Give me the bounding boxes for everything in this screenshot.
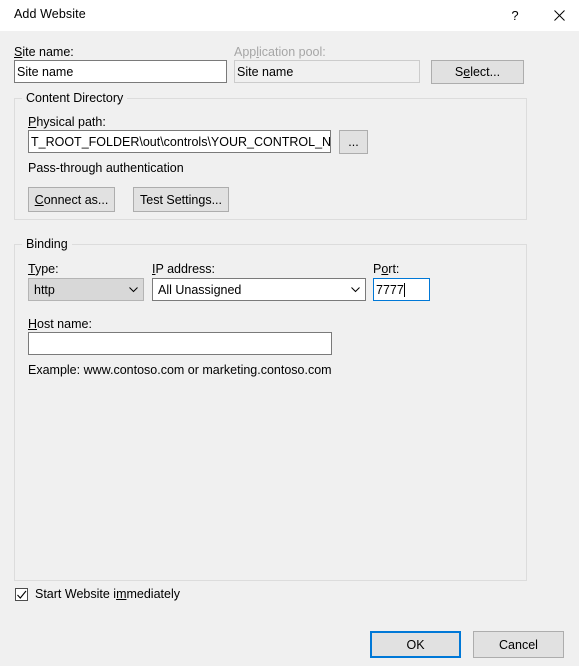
physical-path-value: T_ROOT_FOLDER\out\controls\YOUR_CONTROL_… bbox=[31, 134, 331, 149]
binding-type-label: Type: bbox=[28, 262, 59, 276]
chevron-down-icon bbox=[345, 286, 365, 293]
cancel-button-label: Cancel bbox=[499, 637, 538, 652]
host-name-label: Host name: bbox=[28, 317, 92, 331]
question-mark-icon: ? bbox=[511, 8, 519, 23]
title-bar: Add Website ? bbox=[0, 0, 579, 31]
application-pool-label: Application pool: bbox=[234, 45, 326, 59]
physical-path-label: Physical path: bbox=[28, 115, 106, 129]
port-value: 7777 bbox=[376, 282, 404, 297]
binding-group-title: Binding bbox=[22, 237, 72, 251]
site-name-value: Site name bbox=[17, 64, 74, 79]
chevron-down-icon bbox=[123, 286, 143, 293]
ok-button-label: OK bbox=[406, 637, 425, 652]
browse-physical-path-button[interactable]: ... bbox=[339, 130, 368, 154]
site-name-input[interactable]: Site name bbox=[14, 60, 227, 83]
physical-path-input[interactable]: T_ROOT_FOLDER\out\controls\YOUR_CONTROL_… bbox=[28, 130, 331, 153]
test-settings-label: Test Settings... bbox=[140, 192, 222, 207]
ip-address-value: All Unassigned bbox=[158, 282, 242, 297]
port-input[interactable]: 7777 bbox=[373, 278, 430, 301]
checkbox-box bbox=[15, 587, 28, 601]
ellipsis-icon: ... bbox=[348, 135, 359, 149]
connect-as-label: Connect as... bbox=[34, 192, 109, 207]
ok-button[interactable]: OK bbox=[370, 631, 461, 658]
window-title: Add Website bbox=[14, 7, 86, 21]
binding-type-select[interactable]: http bbox=[28, 278, 144, 301]
pass-through-authentication-text: Pass-through authentication bbox=[28, 161, 184, 175]
connect-as-button[interactable]: Connect as... bbox=[28, 187, 115, 212]
binding-type-value: http bbox=[34, 282, 55, 297]
site-name-label: Site name: bbox=[14, 45, 74, 59]
content-directory-group-title: Content Directory bbox=[22, 91, 128, 105]
ip-address-select[interactable]: All Unassigned bbox=[152, 278, 366, 301]
dialog-body: Site name: Site name Application pool: S… bbox=[0, 31, 579, 666]
application-pool-input: Site name bbox=[234, 60, 420, 83]
cancel-button[interactable]: Cancel bbox=[473, 631, 564, 658]
start-website-label: Start Website immediately bbox=[35, 587, 180, 601]
start-website-checkbox[interactable]: Start Website immediately bbox=[15, 587, 180, 601]
host-name-input[interactable] bbox=[28, 332, 332, 355]
help-button[interactable]: ? bbox=[499, 0, 531, 31]
port-label: Port: bbox=[373, 262, 400, 276]
text-caret bbox=[403, 282, 405, 297]
ip-address-label: IP address: bbox=[152, 262, 216, 276]
close-icon bbox=[553, 10, 565, 21]
select-button-label: Select... bbox=[454, 65, 501, 79]
close-button[interactable] bbox=[543, 0, 575, 31]
host-name-example-text: Example: www.contoso.com or marketing.co… bbox=[28, 363, 332, 377]
application-pool-value: Site name bbox=[237, 64, 294, 79]
select-app-pool-button[interactable]: Select... bbox=[431, 60, 524, 84]
test-settings-button[interactable]: Test Settings... bbox=[133, 187, 229, 212]
